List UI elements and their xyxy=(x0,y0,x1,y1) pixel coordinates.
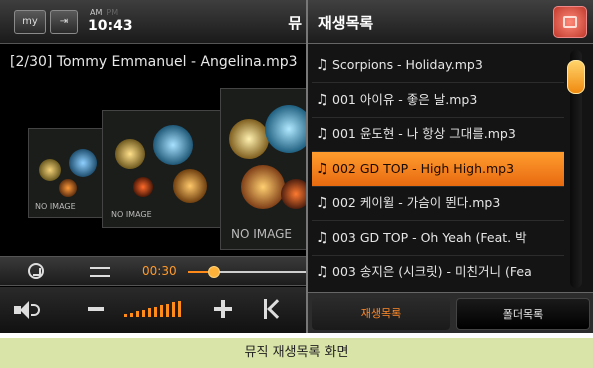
playlist-item[interactable]: ♫ 003 송지은 (시크릿) - 미친거니 (Fea xyxy=(312,255,564,289)
playlist-item[interactable]: ♫ 003 GD TOP - Oh Yeah (Feat. 박 xyxy=(312,221,564,255)
playlist: ♫ Scorpions - Holiday.mp3 ♫ 001 아이유 - 좋은 날.… xyxy=(312,48,564,290)
volume-bar xyxy=(172,302,175,317)
screen-switch-icon: ⇥ xyxy=(59,16,69,27)
panel-title: 재생목록 xyxy=(318,14,374,32)
music-note-icon: ♫ xyxy=(316,229,329,246)
volume-level-meter xyxy=(124,299,192,317)
home-icon xyxy=(563,16,577,28)
playlist-item-title: 002 GD TOP - High High.mp3 xyxy=(332,160,515,176)
volume-bar xyxy=(142,309,145,317)
screen-switch-button[interactable]: ⇥ xyxy=(50,10,78,34)
previous-icon-chevron xyxy=(267,299,287,319)
bokeh-decoration xyxy=(39,159,61,181)
music-note-icon: ♫ xyxy=(316,57,329,73)
playlist-item-title: 003 송지은 (시크릿) - 미친거니 (Fea xyxy=(332,264,532,279)
volume-bar xyxy=(154,306,157,317)
tab-playlist[interactable]: 재생목록 xyxy=(312,298,450,330)
player-pane: my ⇥ AM PM 10:43 뮤 [2/30] Tommy Emmanuel … xyxy=(0,0,306,333)
playlist-item-title: 003 GD TOP - Oh Yeah (Feat. 박 xyxy=(332,229,527,245)
bokeh-decoration xyxy=(153,125,193,165)
bokeh-decoration xyxy=(241,165,285,209)
volume-up-button[interactable] xyxy=(214,300,232,318)
scrollbar-thumb[interactable] xyxy=(567,60,585,94)
playlist-item[interactable]: ♫ 002 케이윌 - 가슴이 뛴다.mp3 xyxy=(312,186,564,220)
volume-bar xyxy=(136,311,139,317)
figure-caption: 뮤직 재생목록 화면 xyxy=(0,338,593,368)
album-cover[interactable]: NO IMAGE xyxy=(28,128,108,218)
tab-folder[interactable]: 폴더목록 xyxy=(456,298,590,330)
am-label: AM xyxy=(90,8,103,17)
ampm-indicator: AM PM xyxy=(90,8,118,17)
playback-progress-bar: 00:30 xyxy=(0,256,306,286)
music-note-icon: ♫ xyxy=(316,160,329,177)
clock: 10:43 xyxy=(88,18,133,34)
playlist-item-title: Scorpions - Holiday.mp3 xyxy=(332,57,483,72)
album-cover[interactable]: NO IMAGE xyxy=(220,88,306,250)
now-playing-title: [2/30] Tommy Emmanuel - Angelina.mp3 xyxy=(10,54,298,70)
volume-bar xyxy=(130,312,133,317)
volume-bar xyxy=(124,314,127,317)
playlist-item-title: 001 윤도현 - 나 항상 그대를.mp3 xyxy=(332,126,516,141)
playlist-pane: 재생목록 ♫ Scorpions - Holiday.mp3 ♫ 001 아이유 - … xyxy=(306,0,593,333)
bokeh-decoration xyxy=(173,169,207,203)
repeat-icon[interactable] xyxy=(28,263,44,279)
music-note-icon: ♫ xyxy=(316,126,329,142)
volume-bar xyxy=(148,308,151,317)
playback-controls xyxy=(0,287,306,333)
bokeh-decoration xyxy=(69,149,97,177)
no-image-label: NO IMAGE xyxy=(35,202,76,211)
playlist-item-title: 001 아이유 - 좋은 날.mp3 xyxy=(332,91,478,107)
bokeh-decoration xyxy=(229,119,269,159)
music-note-icon: ♫ xyxy=(316,264,329,280)
playlist-item[interactable]: ♫ 001 아이유 - 좋은 날.mp3 xyxy=(312,83,564,117)
bokeh-decoration xyxy=(265,105,306,153)
volume-bar xyxy=(166,303,169,317)
album-cover-carousel[interactable]: NO IMAGE NO IMAGE NO IMAGE xyxy=(0,78,306,254)
bokeh-decoration xyxy=(133,177,153,197)
shuffle-line xyxy=(90,275,110,277)
speaker-wave xyxy=(31,304,40,316)
status-bar: my ⇥ AM PM 10:43 뮤 xyxy=(0,0,306,44)
album-cover[interactable]: NO IMAGE xyxy=(102,110,230,228)
volume-bar xyxy=(160,305,163,317)
volume-icon[interactable] xyxy=(14,301,42,319)
speaker-cone xyxy=(20,301,29,319)
no-image-label: NO IMAGE xyxy=(111,210,152,219)
shuffle-icon[interactable] xyxy=(90,265,110,279)
playlist-item[interactable]: ♫ 002 GD TOP - High High.mp3 xyxy=(312,151,564,186)
bokeh-decoration xyxy=(115,139,145,169)
music-note-icon: ♫ xyxy=(316,195,329,211)
music-note-icon: ♫ xyxy=(316,91,329,108)
volume-down-button[interactable] xyxy=(88,307,104,311)
home-button[interactable] xyxy=(553,6,587,38)
head-unit-screen: my ⇥ AM PM 10:43 뮤 [2/30] Tommy Emmanuel … xyxy=(0,0,593,333)
elapsed-time: 00:30 xyxy=(142,264,177,278)
playlist-header: 재생목록 xyxy=(308,0,593,44)
previous-track-button[interactable] xyxy=(264,299,287,319)
playlist-item[interactable]: ♫ 001 윤도현 - 나 항상 그대를.mp3 xyxy=(312,117,564,151)
no-image-label: NO IMAGE xyxy=(231,227,293,241)
bokeh-decoration xyxy=(59,179,77,197)
volume-bar xyxy=(178,300,181,317)
playlist-item[interactable]: ♫ Scorpions - Holiday.mp3 xyxy=(312,48,564,82)
playlist-item-title: 002 케이윌 - 가슴이 뛴다.mp3 xyxy=(332,195,501,210)
shuffle-line xyxy=(90,267,110,269)
bokeh-decoration xyxy=(281,179,306,209)
list-tabs: 재생목록 폴더목록 xyxy=(308,292,593,333)
my-button[interactable]: my xyxy=(14,10,46,34)
pm-label: PM xyxy=(106,8,119,17)
seek-handle[interactable] xyxy=(207,266,220,278)
music-mode-label: 뮤 xyxy=(288,14,302,32)
